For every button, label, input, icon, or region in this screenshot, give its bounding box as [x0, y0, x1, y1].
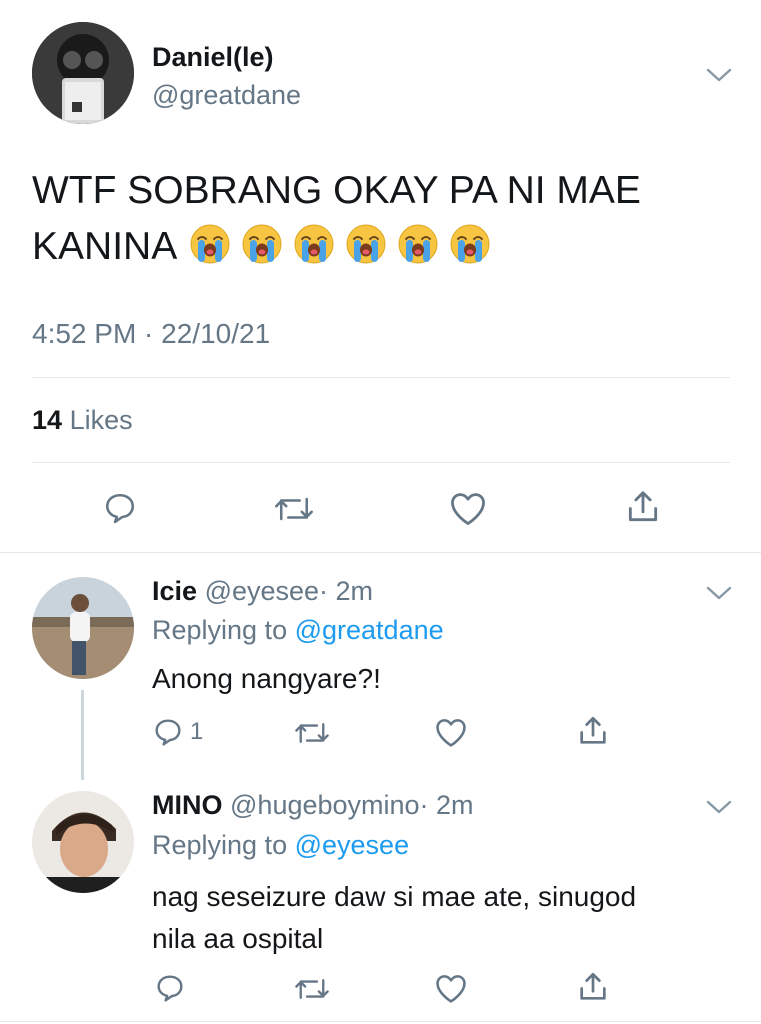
retweet-icon[interactable]	[294, 974, 330, 1004]
chevron-down-icon[interactable]	[706, 66, 732, 84]
retweet-icon[interactable]	[274, 492, 314, 526]
reply-text: Anong nangyare?!	[152, 663, 381, 694]
replying-to-link[interactable]: @greatdane	[295, 615, 444, 645]
divider	[0, 1021, 761, 1022]
loudly-crying-face-icon	[293, 223, 335, 265]
chevron-down-icon[interactable]	[706, 798, 732, 816]
loudly-crying-face-icon	[397, 223, 439, 265]
like-icon[interactable]	[434, 716, 468, 748]
tweet-text-line2-text: KANINA	[32, 225, 178, 268]
loudly-crying-face-icon	[449, 223, 491, 265]
handle[interactable]: @hugeboymino	[230, 790, 420, 820]
replying-to: Replying to @eyesee	[152, 830, 409, 861]
reply-text-line1: nag seseizure daw si mae ate, sinugod	[152, 881, 637, 912]
reply-thread-line	[81, 690, 84, 780]
likes-count: 14	[32, 405, 63, 435]
loudly-crying-face-icon	[189, 223, 231, 265]
share-icon[interactable]	[624, 488, 662, 526]
tweet-text-line1: WTF SOBRANG OKAY PA NI MAE	[32, 169, 641, 212]
timestamp[interactable]: 4:52 PM · 22/10/21	[32, 318, 270, 350]
avatar-reply-2[interactable]	[32, 791, 134, 893]
replying-to: Replying to @greatdane	[152, 615, 444, 646]
reply-header: Icie @eyesee· 2m	[152, 576, 373, 607]
reply-time: · 2m	[419, 790, 474, 820]
emoji-row	[189, 223, 501, 268]
replying-to-prefix: Replying to	[152, 830, 288, 860]
reply-time: · 2m	[319, 576, 374, 606]
reply-icon[interactable]	[102, 490, 138, 526]
handle[interactable]: @greatdane	[152, 80, 301, 111]
tweet-text: WTF SOBRANG OKAY PA NI MAE KANINA	[32, 163, 732, 275]
share-icon[interactable]	[576, 714, 610, 748]
like-icon[interactable]	[434, 972, 468, 1004]
reply-icon[interactable]	[152, 716, 184, 748]
avatar-main[interactable]	[32, 22, 134, 124]
likes-label: Likes	[69, 405, 133, 435]
retweet-icon[interactable]	[294, 718, 330, 748]
replying-to-prefix: Replying to	[152, 615, 288, 645]
divider	[32, 377, 730, 378]
loudly-crying-face-icon	[345, 223, 387, 265]
replying-to-link[interactable]: @eyesee	[295, 830, 409, 860]
tweet-text-line2: KANINA	[32, 219, 732, 275]
reply-icon[interactable]	[154, 972, 186, 1004]
display-name[interactable]: MINO	[152, 790, 223, 820]
reply-text-line2: nila aa ospital	[152, 923, 324, 954]
avatar-reply-1[interactable]	[32, 577, 134, 679]
chevron-down-icon[interactable]	[706, 584, 732, 602]
reply-text: nag seseizure daw si mae ate, sinugod ni…	[152, 876, 636, 960]
likes-stat[interactable]: 14 Likes	[32, 405, 133, 436]
loudly-crying-face-icon	[241, 223, 283, 265]
reply-count: 1	[190, 718, 204, 745]
handle[interactable]: @eyesee	[205, 576, 319, 606]
display-name[interactable]: Icie	[152, 576, 197, 606]
like-icon[interactable]	[448, 490, 488, 526]
display-name[interactable]: Daniel(le)	[152, 42, 274, 73]
share-icon[interactable]	[576, 970, 610, 1004]
divider	[32, 462, 730, 463]
divider	[0, 552, 761, 553]
reply-header: MINO @hugeboymino· 2m	[152, 790, 474, 821]
